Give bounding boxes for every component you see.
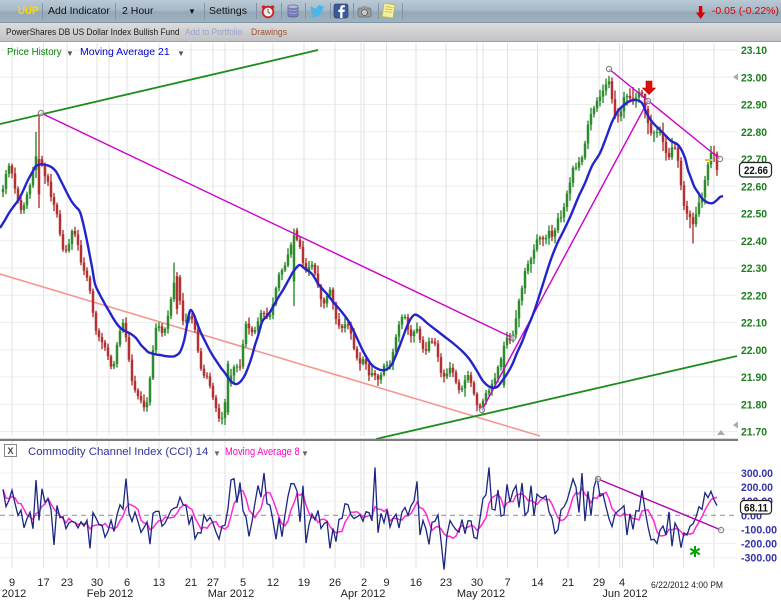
svg-text:22.80: 22.80 xyxy=(741,127,767,139)
svg-text:22.40: 22.40 xyxy=(741,236,767,248)
svg-text:22.30: 22.30 xyxy=(741,263,767,275)
svg-text:23: 23 xyxy=(61,577,73,589)
svg-text:7: 7 xyxy=(504,577,510,589)
svg-text:21: 21 xyxy=(185,577,197,589)
svg-text:300.00: 300.00 xyxy=(741,468,773,480)
svg-text:22.00: 22.00 xyxy=(741,345,767,357)
svg-text:Mar 2012: Mar 2012 xyxy=(208,588,254,600)
svg-text:13: 13 xyxy=(153,577,165,589)
svg-text:14: 14 xyxy=(531,577,543,589)
svg-text:22.50: 22.50 xyxy=(741,209,767,221)
svg-text:23: 23 xyxy=(440,577,452,589)
svg-text:21.90: 21.90 xyxy=(741,372,767,384)
svg-text:21.80: 21.80 xyxy=(741,399,767,411)
svg-text:19: 19 xyxy=(298,577,310,589)
svg-text:200.00: 200.00 xyxy=(741,482,773,494)
svg-text:16: 16 xyxy=(410,577,422,589)
svg-text:-100.00: -100.00 xyxy=(741,524,777,536)
svg-text:22.90: 22.90 xyxy=(741,100,767,112)
svg-text:21.70: 21.70 xyxy=(741,427,767,439)
svg-text:23.00: 23.00 xyxy=(741,72,767,84)
svg-text:23.10: 23.10 xyxy=(741,45,767,57)
svg-text:22.10: 22.10 xyxy=(741,318,767,330)
svg-text:22.20: 22.20 xyxy=(741,290,767,302)
svg-text:22.66: 22.66 xyxy=(744,165,768,177)
svg-text:22.60: 22.60 xyxy=(741,181,767,193)
svg-text:May 2012: May 2012 xyxy=(457,588,505,600)
svg-text:Feb 2012: Feb 2012 xyxy=(87,588,133,600)
svg-text:-300.00: -300.00 xyxy=(741,553,777,565)
svg-text:26: 26 xyxy=(329,577,341,589)
svg-text:Apr 2012: Apr 2012 xyxy=(341,588,386,600)
svg-text:6/22/2012 4:00 PM: 6/22/2012 4:00 PM xyxy=(651,580,723,591)
svg-text:2012: 2012 xyxy=(2,588,26,600)
svg-text:68.11: 68.11 xyxy=(744,502,768,514)
svg-text:21: 21 xyxy=(562,577,574,589)
svg-text:-200.00: -200.00 xyxy=(741,539,777,551)
svg-text:12: 12 xyxy=(267,577,279,589)
svg-text:Jun 2012: Jun 2012 xyxy=(602,588,647,600)
svg-text:17: 17 xyxy=(37,577,49,589)
